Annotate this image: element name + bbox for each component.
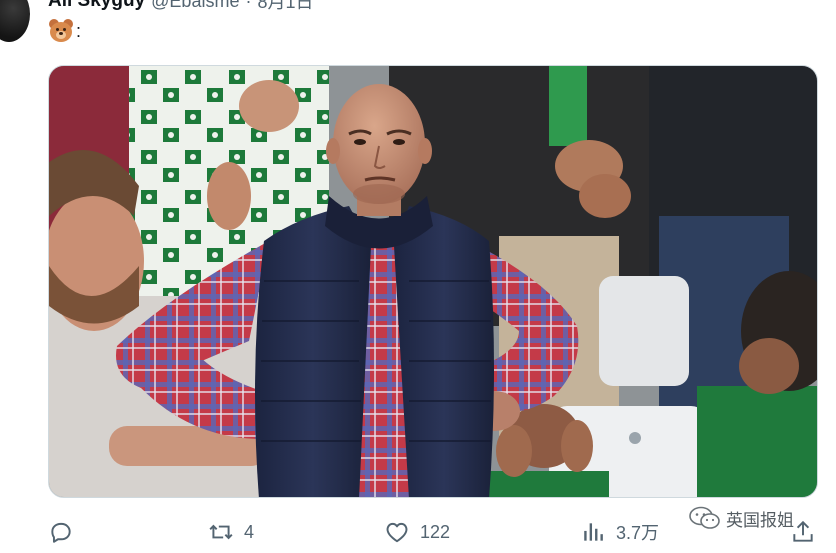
views-button[interactable]: 3.7万 xyxy=(580,516,659,548)
author-handle[interactable]: @Ebalsme xyxy=(151,0,239,12)
reply-icon xyxy=(51,522,71,543)
tweet-header: Ali Skyguy @Ebalsme · 8月1日 xyxy=(48,0,314,12)
like-count: 122 xyxy=(420,521,451,542)
tweet: Ali Skyguy @Ebalsme · 8月1日 : 4 122 3.7万 … xyxy=(0,0,836,553)
header-separator: · xyxy=(245,0,252,11)
like-icon xyxy=(386,522,408,543)
tweet-text: : xyxy=(48,17,81,45)
tweet-media-photo[interactable] xyxy=(48,65,818,498)
watermark: 英国报姐 xyxy=(688,505,794,531)
retweet-count: 4 xyxy=(244,521,255,542)
views-icon xyxy=(584,523,603,541)
like-button[interactable]: 122 xyxy=(384,516,450,548)
reply-button[interactable] xyxy=(48,516,84,548)
watermark-text: 英国报姐 xyxy=(726,510,794,530)
retweet-icon xyxy=(209,524,233,540)
views-count: 3.7万 xyxy=(616,523,660,543)
wechat-icon xyxy=(689,506,720,529)
bear-face-emoji-icon xyxy=(48,18,74,44)
tweet-date[interactable]: 8月1日 xyxy=(257,0,313,14)
photo-illustration xyxy=(49,66,817,497)
retweet-button[interactable]: 4 xyxy=(208,516,254,548)
tweet-text-suffix: : xyxy=(76,20,82,41)
avatar[interactable] xyxy=(0,0,30,42)
author-display-name[interactable]: Ali Skyguy xyxy=(48,0,145,12)
